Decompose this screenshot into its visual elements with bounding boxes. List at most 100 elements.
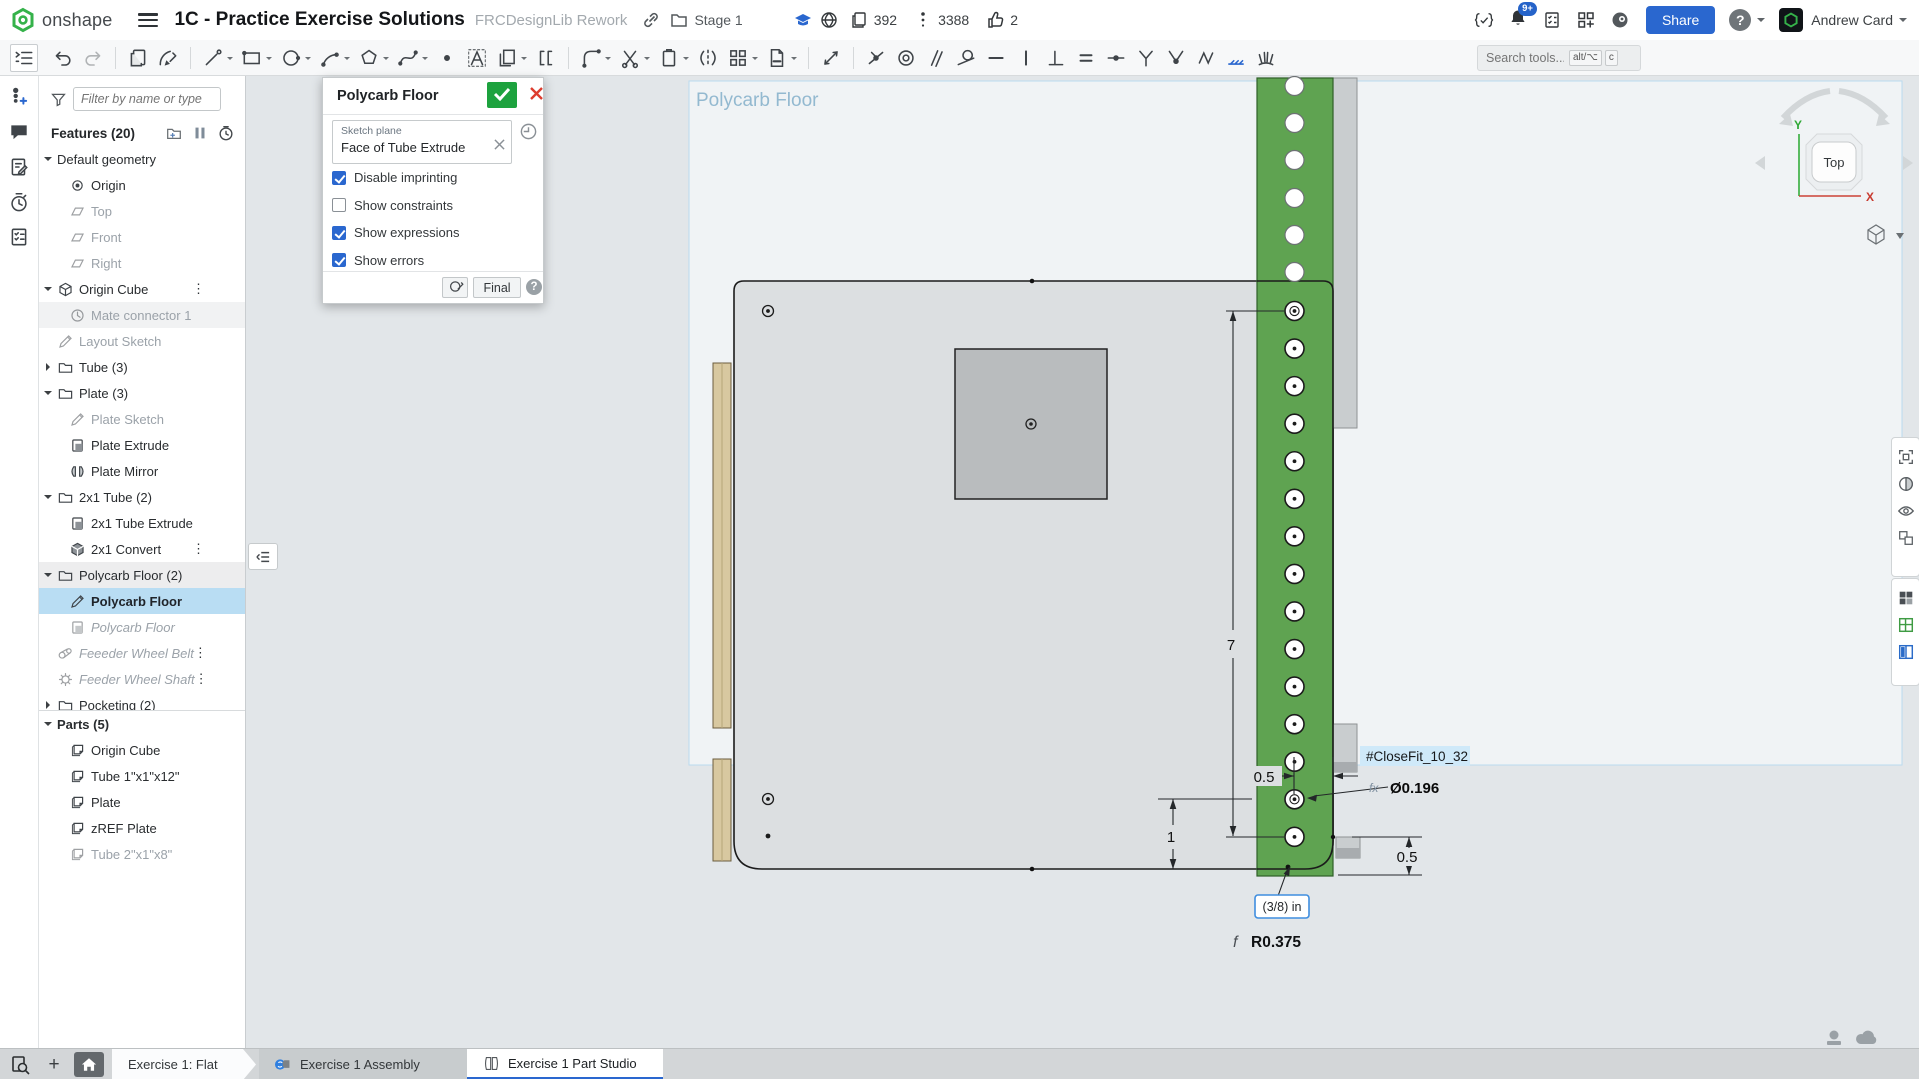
- tangent-constraint-icon[interactable]: [955, 47, 977, 69]
- expand-caret-icon[interactable]: [46, 701, 54, 709]
- cube-row[interactable]: Origin Cube⋮: [39, 276, 245, 302]
- apps-icon[interactable]: [1576, 10, 1596, 30]
- split-view-icon[interactable]: [1897, 643, 1915, 661]
- share-button[interactable]: Share: [1646, 6, 1715, 34]
- fix-constraint-icon[interactable]: [1225, 47, 1247, 69]
- section-view-icon[interactable]: [1897, 475, 1915, 493]
- normal-constraint-icon[interactable]: [1195, 47, 1217, 69]
- dropdown-caret-icon[interactable]: [383, 57, 389, 63]
- hide-show-icon[interactable]: [1897, 502, 1915, 520]
- offset-tool-icon[interactable]: [496, 47, 527, 69]
- dim-label-offset[interactable]: 1: [1167, 829, 1175, 846]
- view-cube[interactable]: Top Y X: [1755, 91, 1913, 244]
- folder-row[interactable]: Pocketing (2): [39, 692, 245, 710]
- copy-document-icon[interactable]: [127, 47, 149, 69]
- dropdown-caret-icon[interactable]: [644, 57, 650, 63]
- canvas-3d-viewport[interactable]: Polycarb Floor: [0, 76, 1919, 1079]
- search-tools-box[interactable]: alt/⌥ c: [1477, 45, 1641, 71]
- plane-row[interactable]: Top: [39, 198, 245, 224]
- dim-label-edge[interactable]: 0.5: [1397, 849, 1418, 866]
- dim-label-pitch[interactable]: 0.5: [1254, 769, 1275, 786]
- public-document-icon[interactable]: [819, 10, 839, 30]
- wood-rail-part[interactable]: [713, 363, 731, 861]
- mirror-tool-icon[interactable]: [697, 47, 719, 69]
- parts-header-row[interactable]: Parts (5): [39, 711, 245, 737]
- dropdown-caret-icon[interactable]: [227, 57, 233, 63]
- plane-row[interactable]: Front: [39, 224, 245, 250]
- part-row[interactable]: Tube 2"x1"x8": [39, 841, 245, 867]
- cancel-button[interactable]: [523, 84, 545, 106]
- plane-row[interactable]: Right: [39, 250, 245, 276]
- dropdown-caret-icon[interactable]: [683, 57, 689, 63]
- history-icon[interactable]: [8, 191, 30, 213]
- radius-input-box[interactable]: [1255, 895, 1309, 918]
- symmetric-constraint-icon[interactable]: [1135, 47, 1157, 69]
- dropdown-caret-icon[interactable]: [791, 57, 797, 63]
- assistant-icon[interactable]: [1610, 10, 1630, 30]
- notes-icon[interactable]: [8, 156, 30, 178]
- tasks-icon[interactable]: [1542, 10, 1562, 30]
- option-show-expressions[interactable]: Show expressions: [332, 225, 460, 240]
- text-tool-icon[interactable]: [466, 47, 488, 69]
- folder-name[interactable]: Stage 1: [694, 12, 742, 28]
- drag-handle-icon[interactable]: ⋮: [192, 545, 205, 553]
- dim-label-diameter[interactable]: Ø0.196: [1390, 780, 1439, 797]
- concentric-constraint-icon[interactable]: [895, 47, 917, 69]
- rotate-right-icon[interactable]: [1903, 156, 1913, 170]
- appearance-panel-icon[interactable]: [1897, 589, 1915, 607]
- configurations-icon[interactable]: [8, 226, 30, 248]
- extrude-row[interactable]: Plate Extrude: [39, 432, 245, 458]
- view-options-caret-icon[interactable]: [1896, 233, 1904, 239]
- filter-input[interactable]: [73, 87, 221, 111]
- tube-outer-wall[interactable]: [1333, 78, 1360, 858]
- folder-row[interactable]: Polycarb Floor (2): [39, 562, 245, 588]
- extrude-row[interactable]: Polycarb Floor: [39, 614, 245, 640]
- commit-button[interactable]: [487, 82, 517, 108]
- education-plan-icon[interactable]: [793, 10, 813, 30]
- add-tab-button[interactable]: +: [40, 1049, 68, 1079]
- inner-pocket-square[interactable]: [955, 349, 1107, 499]
- dropdown-caret-icon[interactable]: [266, 57, 272, 63]
- measure-tool-icon[interactable]: [820, 47, 842, 69]
- suppress-pause-icon[interactable]: [191, 124, 209, 142]
- checkbox[interactable]: [332, 253, 346, 267]
- arc-tool-icon[interactable]: [319, 47, 350, 69]
- coincident-constraint-icon[interactable]: [865, 47, 887, 69]
- option-show-constraints[interactable]: Show constraints: [332, 198, 453, 213]
- named-views-icon[interactable]: [1897, 616, 1915, 634]
- dropdown-caret-icon[interactable]: [422, 57, 428, 63]
- rotate-left-icon[interactable]: [1755, 156, 1765, 170]
- feature-list-toggle[interactable]: [248, 543, 278, 570]
- user-menu-caret-icon[interactable]: [1899, 18, 1907, 26]
- left-sketch-points[interactable]: [763, 306, 774, 839]
- line-tool-icon[interactable]: [202, 47, 233, 69]
- sketch-vertex-points[interactable]: [1030, 279, 1336, 872]
- equal-constraint-icon[interactable]: [1075, 47, 1097, 69]
- commit-and-sketch-icon[interactable]: [442, 277, 468, 298]
- expand-caret-icon[interactable]: [44, 287, 52, 295]
- user-name[interactable]: Andrew Card: [1811, 12, 1893, 28]
- dropdown-caret-icon[interactable]: [521, 57, 527, 63]
- home-tab-button[interactable]: [74, 1052, 104, 1077]
- cloud-status-icon[interactable]: [1854, 1028, 1880, 1048]
- expand-caret-icon[interactable]: [46, 363, 54, 371]
- option-show-errors[interactable]: Show errors: [332, 253, 424, 268]
- rectangle-tool-icon[interactable]: [241, 47, 272, 69]
- mirror-row[interactable]: Plate Mirror: [39, 458, 245, 484]
- dim-label-radius[interactable]: R0.375: [1251, 934, 1301, 951]
- part-row[interactable]: Origin Cube: [39, 737, 245, 763]
- perpendicular-constraint-icon[interactable]: [1045, 47, 1067, 69]
- drag-handle-icon[interactable]: ⋮: [194, 649, 207, 657]
- main-menu-icon[interactable]: [138, 13, 158, 27]
- share-link-icon[interactable]: [641, 10, 661, 30]
- circle-tool-icon[interactable]: [280, 47, 311, 69]
- tab-exercise-1-assembly[interactable]: Exercise 1 Assembly: [259, 1049, 467, 1079]
- green-tube-part[interactable]: [1257, 78, 1333, 876]
- dropdown-caret-icon[interactable]: [305, 57, 311, 63]
- checkbox[interactable]: [332, 198, 346, 212]
- dim-label-height[interactable]: 7: [1227, 637, 1235, 654]
- new-folder-icon[interactable]: [165, 124, 183, 142]
- help-caret-icon[interactable]: [1757, 18, 1765, 26]
- drag-handle-icon[interactable]: ⋮: [195, 675, 208, 683]
- zoom-fit-icon[interactable]: [1897, 448, 1915, 466]
